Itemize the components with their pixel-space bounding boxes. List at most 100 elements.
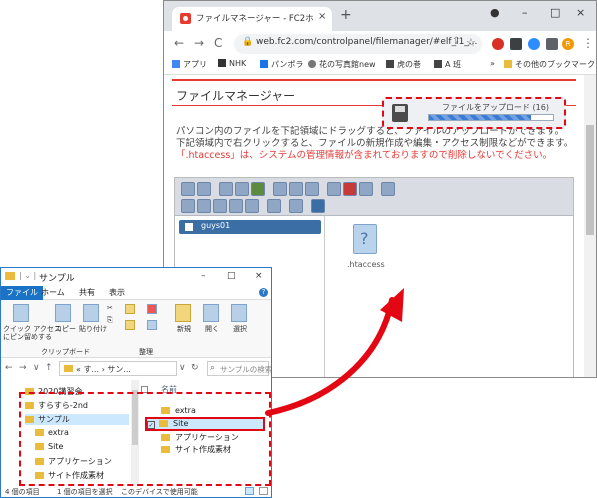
delete-icon[interactable] bbox=[147, 304, 157, 314]
save-icon[interactable] bbox=[251, 182, 265, 196]
delete-icon[interactable] bbox=[381, 182, 395, 196]
back-arrow-icon[interactable] bbox=[181, 182, 195, 196]
maximize-button[interactable]: □ bbox=[550, 6, 560, 19]
explorer-nav-bar: ← → ∨ ↑ « す... › サン... ∨ ↻ ⌕ サンプルの検索 bbox=[1, 360, 271, 378]
help-icon[interactable] bbox=[311, 199, 325, 213]
quick-access-toolbar[interactable]: | ⌄ | bbox=[19, 271, 36, 280]
new-folder-icon[interactable] bbox=[175, 304, 191, 322]
bookmark-label: アプリ bbox=[183, 60, 207, 69]
recent-dropdown[interactable]: ∨ bbox=[33, 363, 40, 373]
folder-icon bbox=[64, 365, 73, 372]
copy-icon[interactable] bbox=[327, 182, 341, 196]
move-to-icon[interactable] bbox=[125, 304, 135, 314]
puzzle-extensions-icon[interactable] bbox=[546, 38, 558, 50]
tab-close-icon[interactable]: × bbox=[318, 11, 326, 22]
j-icon bbox=[434, 60, 442, 68]
scrollbar-thumb[interactable] bbox=[586, 125, 594, 235]
close-window-button[interactable]: × bbox=[255, 271, 263, 281]
j-icon bbox=[386, 60, 394, 68]
scissors-icon[interactable]: ✂ bbox=[107, 304, 113, 312]
maximize-button[interactable]: □ bbox=[227, 271, 236, 281]
back-button[interactable]: ← bbox=[174, 36, 184, 50]
address-bar[interactable]: 🔒 web.fc2.com/controlpanel/filemanager/#… bbox=[234, 34, 482, 54]
bookmark-tora[interactable]: 虎の巻 bbox=[386, 59, 421, 70]
up-button[interactable]: ↑ bbox=[45, 363, 53, 373]
bookmark-star-icon[interactable]: ☆ bbox=[466, 36, 476, 49]
browser-tab[interactable]: ファイルマネージャー - FC2ホームページ × bbox=[172, 7, 332, 31]
select-icon[interactable] bbox=[231, 304, 247, 322]
properties-icon[interactable] bbox=[203, 304, 219, 322]
apps-grid-icon bbox=[172, 60, 180, 68]
archive-icon[interactable] bbox=[245, 199, 259, 213]
pin-icon[interactable] bbox=[13, 304, 29, 322]
bookmark-nhk[interactable]: NHK bbox=[218, 59, 246, 68]
adblock-extension-icon[interactable] bbox=[492, 38, 504, 50]
window-title: サンプル bbox=[39, 274, 75, 284]
new-label: 新規 bbox=[177, 325, 191, 333]
bookmark-flower-photos[interactable]: 花の写真館new bbox=[308, 59, 376, 70]
bookmark-panpora[interactable]: パンポラ bbox=[260, 59, 303, 70]
back-button[interactable]: ← bbox=[5, 363, 13, 373]
sort-icon[interactable] bbox=[289, 199, 303, 213]
zoom-extension-icon[interactable] bbox=[528, 38, 540, 50]
status-selected: 1 個の項目を選択 bbox=[57, 488, 113, 496]
minimize-button[interactable]: – bbox=[201, 271, 206, 281]
edit-icon[interactable] bbox=[213, 199, 227, 213]
details-view-icon[interactable] bbox=[245, 487, 254, 495]
address-dropdown[interactable]: ∨ bbox=[179, 363, 186, 373]
extension-icon[interactable] bbox=[510, 38, 522, 50]
help-icon[interactable]: ? bbox=[259, 288, 268, 297]
tab-search-icon[interactable]: ● bbox=[490, 6, 500, 19]
new-tab-button[interactable]: + bbox=[340, 7, 352, 23]
close-window-button[interactable]: × bbox=[576, 6, 585, 19]
reload-icon[interactable] bbox=[235, 182, 249, 196]
browser-tab-strip: ファイルマネージャー - FC2ホームページ × + ● – □ × bbox=[164, 1, 596, 31]
bookmark-apps[interactable]: アプリ bbox=[172, 59, 207, 70]
reload-button[interactable]: C bbox=[214, 36, 222, 50]
download-icon[interactable] bbox=[289, 182, 303, 196]
page-scrollbar[interactable] bbox=[584, 75, 596, 377]
share-icon[interactable]: ⇪ bbox=[452, 36, 460, 47]
floppy-disk-icon bbox=[392, 104, 408, 122]
home-icon[interactable] bbox=[219, 182, 233, 196]
paste-icon[interactable] bbox=[359, 182, 373, 196]
sidebar-item-root[interactable]: guys01 bbox=[179, 220, 321, 234]
forward-button[interactable]: → bbox=[194, 36, 204, 50]
profile-avatar[interactable]: R bbox=[562, 38, 574, 50]
address-text: « す... › サン... bbox=[76, 365, 131, 374]
bookmark-a-group[interactable]: A 班 bbox=[434, 59, 461, 70]
url-text: web.fc2.com/controlpanel/filemanager/#el… bbox=[256, 37, 478, 47]
bookmark-label: NHK bbox=[229, 59, 247, 68]
upload-progress-dialog: ファイルをアップロード (16) bbox=[382, 97, 566, 129]
paste-icon[interactable] bbox=[83, 304, 99, 322]
large-icons-view-icon[interactable] bbox=[259, 487, 268, 495]
duplicate-icon[interactable] bbox=[181, 199, 195, 213]
bookmarks-more-button[interactable]: » bbox=[490, 59, 495, 68]
info-icon[interactable] bbox=[305, 182, 319, 196]
copy-to-icon[interactable] bbox=[125, 320, 135, 330]
unknown-file-icon[interactable] bbox=[353, 224, 377, 254]
group-organize: 整理 bbox=[139, 348, 153, 356]
copy-icon[interactable] bbox=[55, 304, 71, 322]
refresh-button[interactable]: ↻ bbox=[191, 363, 199, 373]
chrome-menu-icon[interactable]: ⋮ bbox=[582, 36, 594, 50]
other-bookmarks[interactable]: その他のブックマーク bbox=[504, 59, 595, 70]
rename-icon[interactable] bbox=[147, 320, 157, 330]
forward-arrow-icon[interactable] bbox=[197, 182, 211, 196]
fc2-favicon-icon bbox=[180, 13, 191, 24]
cut-icon[interactable] bbox=[343, 182, 357, 196]
rename-icon[interactable] bbox=[197, 199, 211, 213]
resize-icon[interactable] bbox=[229, 199, 243, 213]
address-bar[interactable]: « す... › サン... bbox=[59, 361, 177, 376]
view-icon[interactable] bbox=[267, 199, 281, 213]
tab-file[interactable]: ファイル bbox=[1, 286, 43, 300]
tab-share[interactable]: 共有 bbox=[79, 287, 95, 298]
tab-view[interactable]: 表示 bbox=[109, 287, 125, 298]
search-input[interactable]: ⌕ サンプルの検索 bbox=[207, 361, 271, 376]
minimize-button[interactable]: – bbox=[522, 6, 528, 19]
copy-path-icon[interactable]: ⎘ bbox=[107, 316, 113, 325]
open-icon[interactable] bbox=[273, 182, 287, 196]
forward-button[interactable]: → bbox=[19, 363, 27, 373]
tab-home[interactable]: ホーム bbox=[41, 287, 65, 298]
file-manager-drop-area[interactable]: .htaccess bbox=[325, 216, 573, 377]
